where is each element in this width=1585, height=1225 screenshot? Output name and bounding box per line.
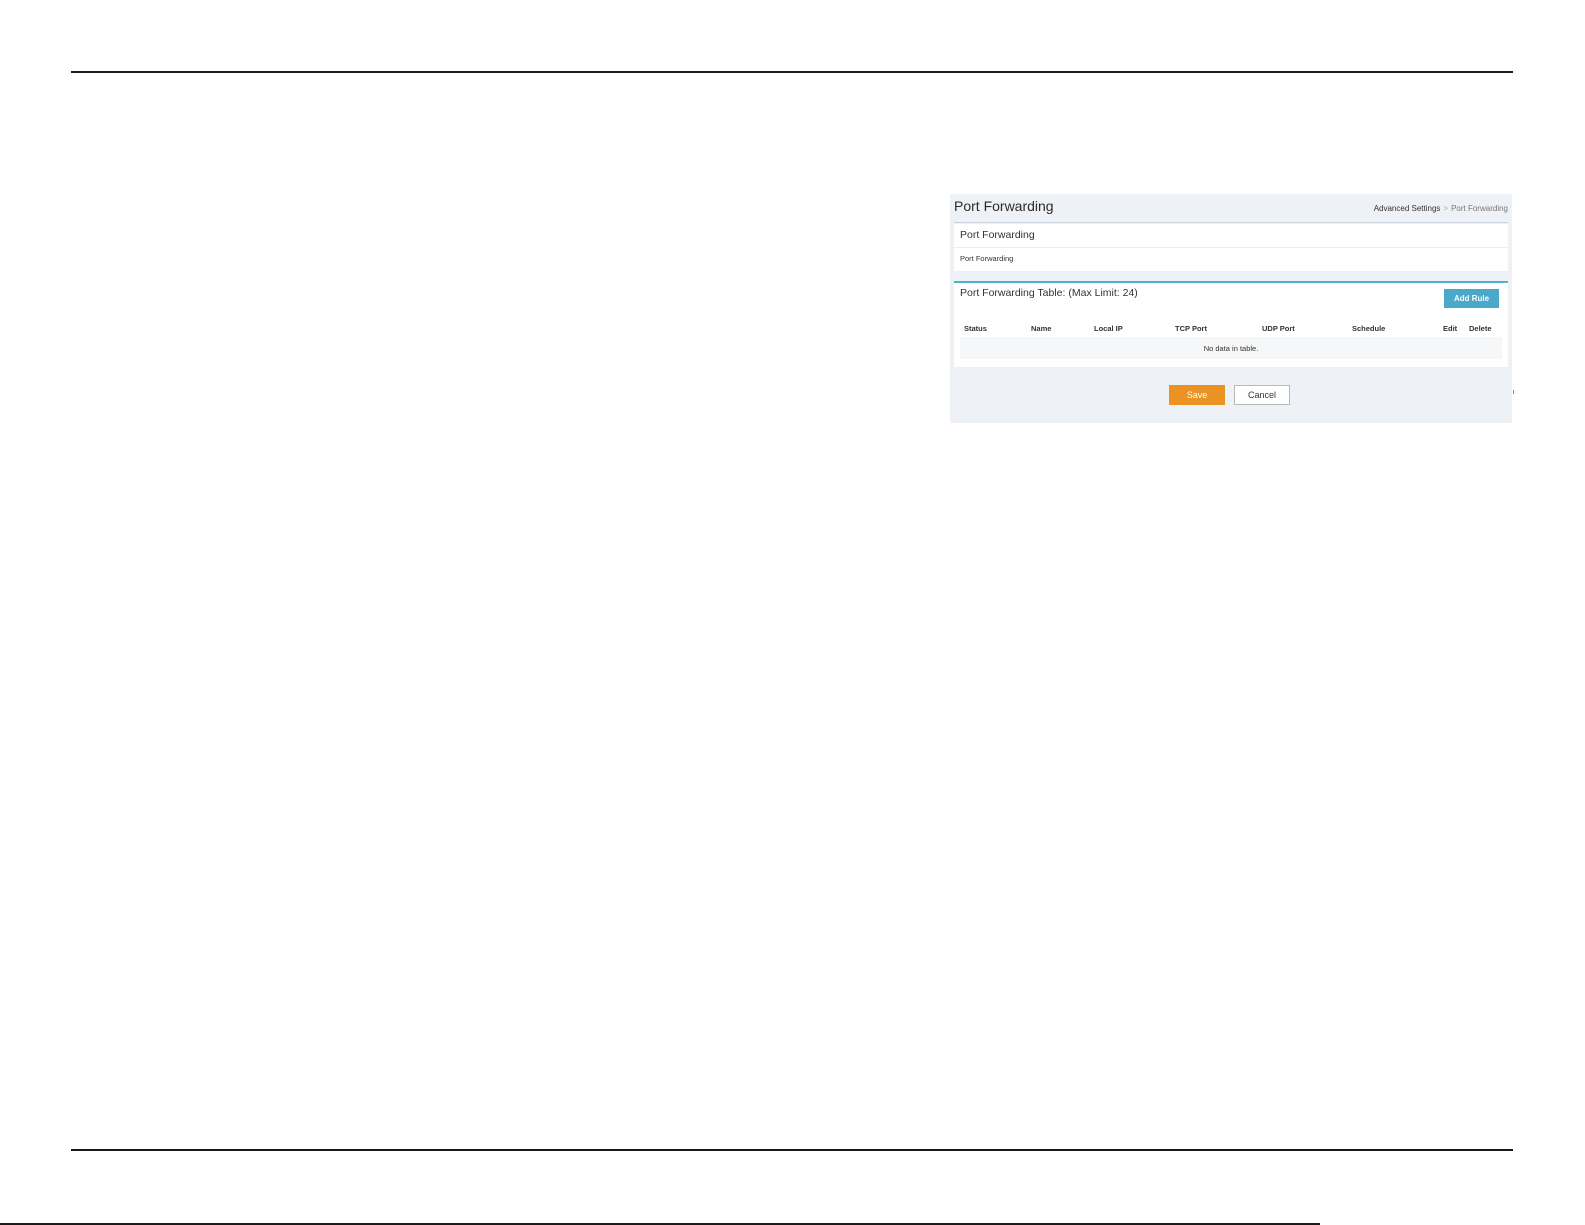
page-header: Port Forwarding Advanced Settings > Port F… [950,194,1512,222]
column-header-schedule: Schedule [1352,324,1386,333]
breadcrumb-separator: > [1443,204,1449,213]
column-header-delete: Delete [1469,324,1492,333]
table-empty-row: No data in table. [960,337,1502,359]
save-button[interactable]: Save [1169,385,1225,405]
breadcrumb-advanced-settings[interactable]: Advanced Settings [1374,204,1441,213]
bottom-divider [71,1149,1513,1151]
cancel-button[interactable]: Cancel [1234,385,1290,405]
port-forwarding-table-card: Port Forwarding Table: (Max Limit: 24) A… [954,281,1508,367]
column-header-local-ip: Local IP [1094,324,1123,333]
router-settings-screenshot: Port Forwarding Advanced Settings > Port F… [950,194,1514,423]
section-title: Port Forwarding [960,229,1035,241]
page-title: Port Forwarding [954,198,1054,214]
top-divider [71,71,1513,73]
column-header-edit: Edit [1443,324,1458,333]
edge-mark [1513,390,1514,394]
breadcrumb-port-forwarding: Port Forwarding [1451,204,1508,213]
section-divider [954,247,1508,248]
add-rule-button[interactable]: Add Rule [1444,289,1499,308]
empty-table-message: No data in table. [1203,344,1259,353]
column-header-name: Name [1031,324,1052,333]
breadcrumb: Advanced Settings > Port Forwarding [1374,204,1508,213]
header-divider [954,222,1508,223]
column-header-status: Status [964,324,987,333]
section-subtitle: Port Forwarding [960,254,1014,263]
column-header-tcp-port: TCP Port [1175,324,1207,333]
port-forwarding-section: Port Forwarding Port Forwarding [954,224,1508,271]
table-title: Port Forwarding Table: (Max Limit: 24) [960,287,1138,299]
column-header-udp-port: UDP Port [1262,324,1295,333]
